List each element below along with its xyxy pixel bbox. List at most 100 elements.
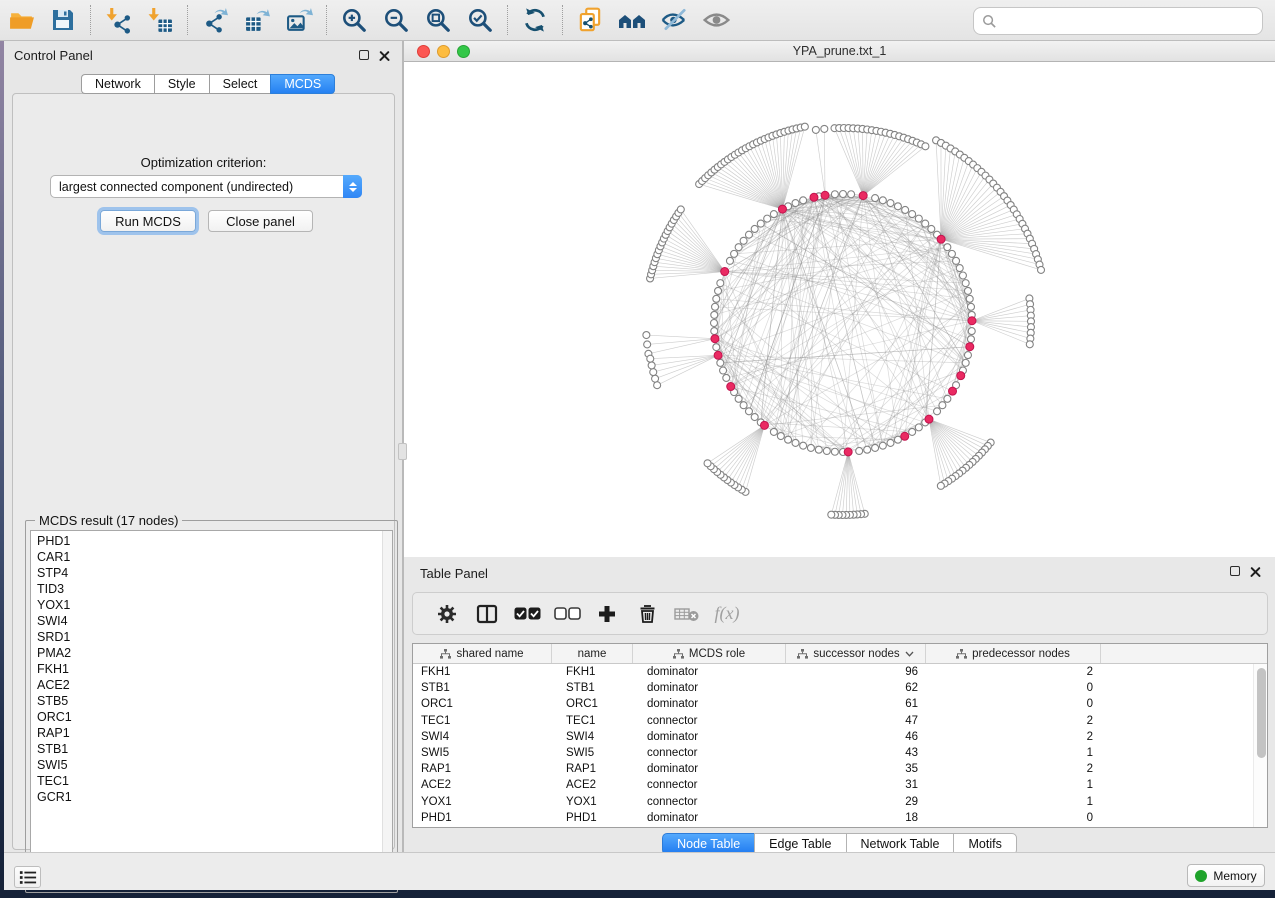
network-node[interactable]: [777, 433, 784, 440]
network-node[interactable]: [751, 414, 758, 421]
network-node[interactable]: [964, 287, 971, 294]
mcds-result-item[interactable]: PMA2: [31, 645, 392, 661]
split-view-button[interactable]: [467, 597, 507, 631]
network-node[interactable]: [770, 428, 777, 435]
network-node[interactable]: [740, 237, 747, 244]
network-node[interactable]: [856, 447, 863, 454]
table-row[interactable]: STB1STB1dominator620: [413, 680, 1253, 696]
network-node[interactable]: [711, 320, 718, 327]
network-node[interactable]: [677, 206, 684, 213]
network-node[interactable]: [953, 257, 960, 264]
network-node[interactable]: [948, 250, 955, 257]
network-node[interactable]: [711, 311, 718, 318]
network-node[interactable]: [956, 265, 963, 272]
mcds-result-item[interactable]: CAR1: [31, 549, 392, 565]
network-hub-node[interactable]: [949, 387, 957, 395]
network-node[interactable]: [717, 359, 724, 366]
network-node[interactable]: [731, 250, 738, 257]
network-node[interactable]: [823, 447, 830, 454]
network-node[interactable]: [962, 280, 969, 287]
network-node[interactable]: [1038, 266, 1045, 273]
network-node[interactable]: [831, 191, 838, 198]
select-all-button[interactable]: [507, 597, 547, 631]
network-node[interactable]: [840, 191, 847, 198]
import-table-button[interactable]: [141, 3, 179, 37]
close-table-panel-icon[interactable]: [1250, 566, 1261, 577]
network-node[interactable]: [800, 197, 807, 204]
network-node[interactable]: [717, 280, 724, 287]
deselect-all-button[interactable]: [547, 597, 587, 631]
network-hub-node[interactable]: [937, 235, 945, 243]
network-node[interactable]: [654, 382, 661, 389]
mcds-result-item[interactable]: SWI5: [31, 757, 392, 773]
task-history-button[interactable]: [14, 866, 41, 888]
network-node[interactable]: [928, 225, 935, 232]
network-hub-node[interactable]: [721, 268, 729, 276]
float-panel-icon[interactable]: [359, 50, 369, 60]
save-session-button[interactable]: [44, 3, 82, 37]
network-node[interactable]: [959, 272, 966, 279]
table-row[interactable]: PHD1PHD1dominator180: [413, 810, 1253, 826]
delete-column-button[interactable]: [627, 597, 667, 631]
tab-select[interactable]: Select: [209, 74, 271, 94]
network-node[interactable]: [745, 231, 752, 238]
table-row[interactable]: ORC1ORC1dominator610: [413, 696, 1253, 712]
network-node[interactable]: [807, 444, 814, 451]
mcds-result-item[interactable]: TEC1: [31, 773, 392, 789]
network-hub-node[interactable]: [727, 383, 735, 391]
open-file-button[interactable]: [2, 3, 40, 37]
mcds-list-scrollbar[interactable]: [382, 531, 392, 887]
tab-network[interactable]: Network: [81, 74, 154, 94]
network-node[interactable]: [864, 446, 871, 453]
network-node[interactable]: [792, 200, 799, 207]
network-node[interactable]: [939, 402, 946, 409]
mcds-result-item[interactable]: PHD1: [31, 533, 392, 549]
network-node[interactable]: [650, 369, 657, 376]
network-node[interactable]: [704, 460, 711, 467]
column-header-name[interactable]: name: [552, 644, 633, 663]
network-node[interactable]: [735, 244, 742, 251]
table-row[interactable]: TEC1TEC1connector472: [413, 713, 1253, 729]
network-node[interactable]: [652, 375, 659, 382]
network-node[interactable]: [879, 197, 886, 204]
network-node[interactable]: [735, 395, 742, 402]
column-header-MCDS-role[interactable]: MCDS role: [633, 644, 786, 663]
export-image-button[interactable]: [280, 3, 318, 37]
function-builder-button[interactable]: f(x): [707, 597, 747, 631]
network-node[interactable]: [751, 225, 758, 232]
network-window-titlebar[interactable]: YPA_prune.txt_1: [404, 41, 1275, 62]
table-scrollbar[interactable]: [1253, 664, 1267, 827]
zoom-out-button[interactable]: [377, 3, 415, 37]
zoom-fit-button[interactable]: [419, 3, 457, 37]
table-row[interactable]: SWI5SWI5connector431: [413, 745, 1253, 761]
network-node[interactable]: [909, 428, 916, 435]
network-node[interactable]: [740, 402, 747, 409]
duplicate-network-button[interactable]: [571, 3, 609, 37]
network-canvas[interactable]: [404, 62, 1275, 557]
network-node[interactable]: [713, 344, 720, 351]
search-input[interactable]: [1003, 14, 1262, 28]
export-table-button[interactable]: [238, 3, 276, 37]
network-node[interactable]: [962, 359, 969, 366]
mcds-result-item[interactable]: RAP1: [31, 725, 392, 741]
table-settings-button[interactable]: [427, 597, 467, 631]
show-all-button[interactable]: [697, 3, 735, 37]
network-node[interactable]: [723, 374, 730, 381]
network-node[interactable]: [648, 362, 655, 369]
network-node[interactable]: [647, 355, 654, 362]
mcds-result-item[interactable]: SRD1: [31, 629, 392, 645]
network-node[interactable]: [785, 436, 792, 443]
network-node[interactable]: [879, 442, 886, 449]
network-node[interactable]: [770, 211, 777, 218]
zoom-selected-button[interactable]: [461, 3, 499, 37]
hide-selected-button[interactable]: [655, 3, 693, 37]
mcds-result-item[interactable]: TID3: [31, 581, 392, 597]
network-node[interactable]: [944, 395, 951, 402]
panel-divider-handle[interactable]: [398, 443, 407, 460]
mcds-result-item[interactable]: GCR1: [31, 789, 392, 805]
import-network-button[interactable]: [99, 3, 137, 37]
network-node[interactable]: [821, 125, 828, 132]
network-hub-node[interactable]: [810, 193, 818, 201]
network-hub-node[interactable]: [714, 351, 722, 359]
network-node[interactable]: [720, 367, 727, 374]
